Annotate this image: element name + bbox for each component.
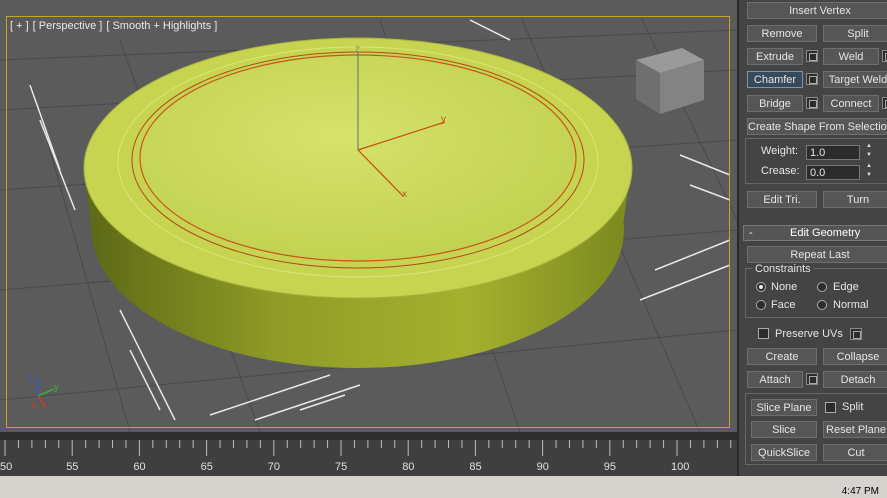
viewcube[interactable] [636, 48, 704, 114]
mini-axis-z-label: z [29, 372, 34, 382]
bridge-settings-icon[interactable] [806, 97, 818, 109]
constraint-normal-label: Normal [833, 299, 869, 311]
create-button[interactable]: Create [747, 348, 817, 365]
weight-spinner[interactable] [865, 143, 875, 160]
weld-button[interactable]: Weld [823, 48, 879, 65]
mini-axis-x [37, 395, 47, 409]
bridge-button[interactable]: Bridge [747, 95, 803, 112]
chamfer-button[interactable]: Chamfer [747, 71, 803, 88]
edit-geometry-rollout[interactable]: - Edit Geometry [743, 225, 887, 241]
timeline-tick-label: 60 [133, 461, 145, 473]
timeline-track-bar[interactable]: 50 55 60 65 70 75 80 85 90 95 100 [0, 432, 737, 476]
split-checkbox[interactable] [825, 402, 836, 413]
constraint-none-radio[interactable] [756, 282, 766, 292]
collapse-button[interactable]: Collapse [823, 348, 887, 365]
weight-input[interactable]: 1.0 [806, 145, 860, 160]
remove-button[interactable]: Remove [747, 25, 817, 42]
connect-button[interactable]: Connect [823, 95, 879, 112]
timeline-ruler: 50 55 60 65 70 75 80 85 90 95 100 [0, 432, 737, 473]
constraint-normal-radio[interactable] [817, 300, 827, 310]
edit-tri-button[interactable]: Edit Tri. [747, 191, 817, 208]
weight-label: Weight: [761, 145, 799, 157]
perspective-viewport[interactable]: z y x z y x [ + ] [ Perspective ][ Smooth… [0, 0, 737, 432]
timeline-tick-label: 70 [268, 461, 280, 473]
constraint-face-label: Face [771, 299, 796, 311]
command-panel: Insert Vertex Remove Split Extrude Weld … [737, 0, 887, 476]
clock-text: 4:47 PM [841, 486, 879, 497]
extrude-settings-icon[interactable] [806, 50, 818, 62]
preserve-uvs-label: Preserve UVs [775, 328, 843, 340]
attach-settings-icon[interactable] [806, 373, 818, 385]
insert-vertex-button[interactable]: Insert Vertex [747, 2, 887, 19]
constraint-face-radio[interactable] [756, 300, 766, 310]
quickslice-button[interactable]: QuickSlice [751, 444, 817, 461]
timeline-tick-label: 65 [201, 461, 213, 473]
create-shape-button[interactable]: Create Shape From Selection [747, 118, 887, 135]
constraint-none-label: None [771, 281, 798, 293]
timeline-tick-label: 95 [604, 461, 616, 473]
crease-input[interactable]: 0.0 [806, 165, 860, 180]
status-bar: 4:47 PM [0, 476, 887, 498]
connect-settings-icon[interactable] [882, 97, 887, 109]
mini-axis-y-label: y [54, 382, 59, 392]
split-button[interactable]: Split [823, 25, 887, 42]
timeline-tick-label: 55 [66, 461, 78, 473]
slice-plane-button[interactable]: Slice Plane [751, 399, 817, 416]
crease-label: Crease: [761, 165, 800, 177]
viewport-label: [ + ] [ Perspective ][ Smooth + Highlight… [10, 20, 221, 32]
preserve-uvs-settings-icon[interactable] [850, 328, 862, 340]
timeline-tick-label: 50 [0, 461, 12, 473]
attach-button[interactable]: Attach [747, 371, 803, 388]
constraint-edge-label: Edge [833, 281, 859, 293]
cut-button[interactable]: Cut [823, 444, 887, 461]
target-weld-button[interactable]: Target Weld [823, 71, 887, 88]
gizmo-y-label: y [441, 114, 446, 125]
reset-plane-button[interactable]: Reset Plane [823, 421, 887, 438]
rollout-collapse-icon[interactable]: - [749, 226, 753, 240]
split-checkbox-label: Split [842, 401, 864, 413]
mini-axis-x-label: x [32, 400, 37, 410]
extrude-button[interactable]: Extrude [747, 48, 803, 65]
edit-geometry-title: Edit Geometry [790, 227, 861, 239]
crease-spinner[interactable] [865, 163, 875, 180]
slice-button[interactable]: Slice [751, 421, 817, 438]
viewport-shading-label[interactable]: [ Smooth + Highlights ] [106, 20, 217, 32]
timeline-tick-label: 90 [537, 461, 549, 473]
repeat-last-button[interactable]: Repeat Last [747, 246, 887, 263]
constraint-edge-radio[interactable] [817, 282, 827, 292]
preserve-uvs-checkbox[interactable] [758, 328, 769, 339]
gizmo-x-label: x [402, 189, 407, 200]
viewport-scene: z y x z y x [0, 14, 737, 432]
constraints-label: Constraints [753, 263, 813, 275]
timeline-tick-label: 80 [402, 461, 414, 473]
timeline-tick-label: 85 [469, 461, 481, 473]
timeline-tick-label: 100 [671, 461, 689, 473]
detach-button[interactable]: Detach [823, 371, 887, 388]
viewport-view-label[interactable]: [ Perspective ] [33, 20, 103, 32]
weld-settings-icon[interactable] [882, 50, 887, 62]
timeline-tick-label: 75 [335, 461, 347, 473]
turn-button[interactable]: Turn [823, 191, 887, 208]
viewport-menu-plus[interactable]: [ + ] [10, 20, 29, 32]
gizmo-z-label: z [355, 44, 360, 55]
chamfer-settings-icon[interactable] [806, 73, 818, 85]
